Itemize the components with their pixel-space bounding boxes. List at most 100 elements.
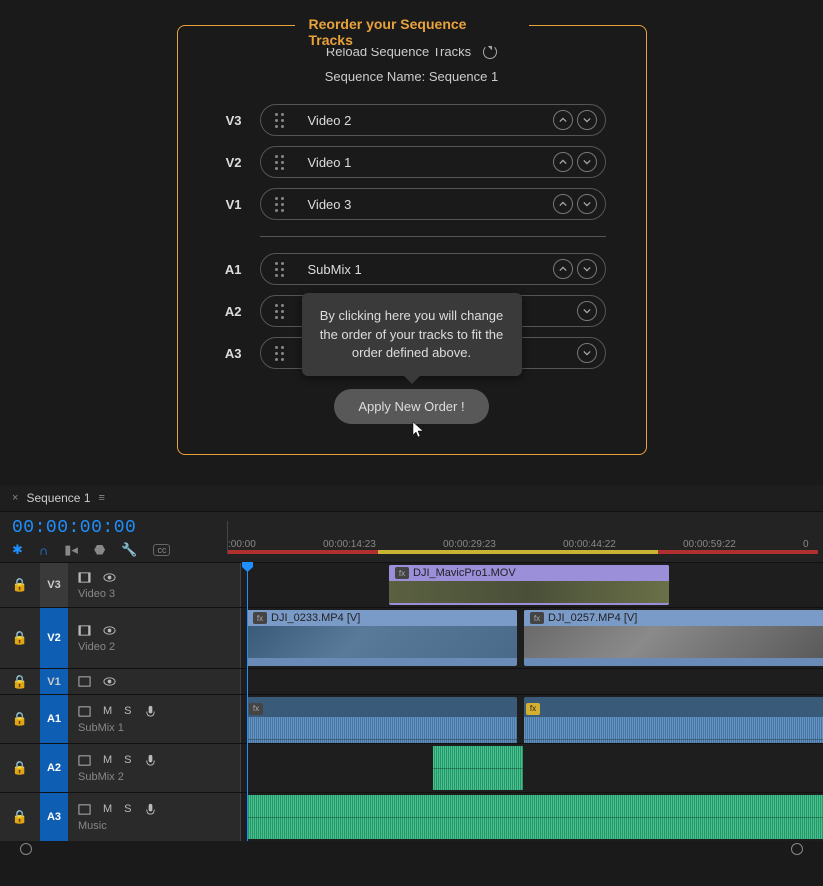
track-badge[interactable]: V1 [40,669,68,694]
track-name: Music [78,820,230,832]
timecode-display[interactable]: 00:00:00:00 [12,518,215,538]
clip-thumbnail [524,626,823,658]
move-up-button[interactable] [553,259,573,279]
captions-icon[interactable]: cc [153,544,170,556]
lock-icon[interactable]: 🔒 [0,744,40,792]
track-name: SubMix 1 [78,722,230,734]
drag-handle-icon[interactable] [275,197,284,212]
snap-icon[interactable]: ✱ [12,542,23,558]
track-pill[interactable]: SubMix 1 [260,253,606,285]
clip-thumbnail [389,581,669,603]
scroll-handle-right[interactable] [791,843,803,855]
source-patch-icon[interactable] [78,705,91,718]
timecode-row: 00:00:00:00 ✱ ∩ ▮◂ ⬣ 🔧 cc :00:00 00:00:1… [0,512,823,562]
drag-handle-icon[interactable] [275,155,284,170]
timeline-track-v1: 🔒 V1 [0,668,823,694]
move-up-button[interactable] [553,110,573,130]
lock-icon[interactable]: 🔒 [0,669,40,694]
solo-button[interactable]: S [124,705,131,717]
mute-button[interactable]: M [103,754,112,766]
track-name: Video 3 [308,197,549,212]
audio-clip[interactable]: fx [524,697,823,741]
track-row-v1: V1 Video 3 [218,188,606,220]
ruler-area[interactable]: :00:00 00:00:14:23 00:00:29:23 00:00:44:… [227,521,823,554]
fx-badge-icon: fx [249,703,263,715]
move-up-button[interactable] [553,194,573,214]
apply-button[interactable]: Apply New Order ! [334,389,488,424]
fx-badge-icon: fx [395,567,409,579]
move-down-button[interactable] [577,343,597,363]
track-badge[interactable]: A3 [40,793,68,841]
move-down-button[interactable] [577,259,597,279]
lock-icon[interactable]: 🔒 [0,695,40,743]
timeline-left-header: 00:00:00:00 ✱ ∩ ▮◂ ⬣ 🔧 cc [0,512,227,562]
source-patch-icon[interactable] [78,754,91,767]
track-pill[interactable]: Video 1 [260,146,606,178]
linked-selection-icon[interactable]: ▮◂ [64,542,78,558]
track-pill[interactable]: Video 2 [260,104,606,136]
lock-icon[interactable]: 🔒 [0,563,40,607]
source-patch-icon[interactable] [78,624,91,637]
mute-button[interactable]: M [103,803,112,815]
timeline-track-a3: 🔒 A3 M S Music [0,792,823,841]
track-badge[interactable]: A1 [40,695,68,743]
voice-over-icon[interactable] [144,705,157,718]
track-pill[interactable]: Video 3 [260,188,606,220]
drag-handle-icon[interactable] [275,113,284,128]
video-clip[interactable]: fxDJI_0233.MP4 [V] [247,610,517,666]
tab-menu-icon[interactable]: ≡ [99,492,105,504]
track-badge[interactable]: V2 [40,608,68,668]
audio-clip[interactable]: fx [247,697,517,741]
source-patch-icon[interactable] [78,571,91,584]
reload-icon[interactable] [483,45,497,59]
source-patch-icon[interactable] [78,675,91,688]
timeline-tabs: × Sequence 1 ≡ [0,485,823,512]
audio-clip[interactable] [433,746,523,790]
video-clip[interactable]: fxDJI_MavicPro1.MOV [389,565,669,605]
lock-icon[interactable]: 🔒 [0,793,40,841]
move-down-button[interactable] [577,152,597,172]
ruler-mark: 00:00:59:22 [683,539,803,550]
drag-handle-icon[interactable] [275,346,284,361]
solo-button[interactable]: S [124,754,131,766]
timeline-panel: × Sequence 1 ≡ 00:00:00:00 ✱ ∩ ▮◂ ⬣ 🔧 cc… [0,485,823,857]
track-row-a1: A1 SubMix 1 [218,253,606,285]
move-down-button[interactable] [577,110,597,130]
eye-icon[interactable] [103,675,116,688]
ruler-mark: 00:00:29:23 [443,539,563,550]
track-badge[interactable]: A2 [40,744,68,792]
move-up-button[interactable] [553,152,573,172]
move-down-button[interactable] [577,194,597,214]
magnet-icon[interactable]: ∩ [39,543,48,558]
eye-icon[interactable] [103,624,116,637]
track-badge[interactable]: V3 [40,563,68,607]
wrench-icon[interactable]: 🔧 [121,542,137,558]
solo-button[interactable]: S [124,803,131,815]
sequence-name: Sequence Name: Sequence 1 [208,69,616,84]
voice-over-icon[interactable] [144,803,157,816]
scroll-handle-left[interactable] [20,843,32,855]
audio-clip[interactable] [247,795,823,839]
ruler-mark: :00:00 [228,539,323,550]
timeline-scrollbar[interactable] [0,841,823,857]
track-name: Video 2 [308,113,549,128]
move-down-button[interactable] [577,301,597,321]
ruler-mark: 00:00:44:22 [563,539,683,550]
drag-handle-icon[interactable] [275,262,284,277]
time-ruler[interactable]: :00:00 00:00:14:23 00:00:29:23 00:00:44:… [228,521,823,550]
cursor-icon [412,421,426,442]
drag-handle-icon[interactable] [275,304,284,319]
mute-button[interactable]: M [103,705,112,717]
ruler-mark: 00:00:14:23 [323,539,443,550]
fx-badge-icon: fx [253,612,267,624]
eye-icon[interactable] [103,571,116,584]
tab-close-icon[interactable]: × [12,492,18,504]
tab-name[interactable]: Sequence 1 [26,491,90,505]
marker-icon[interactable]: ⬣ [94,542,105,558]
playhead[interactable] [247,562,248,841]
fx-badge-icon: fx [526,703,540,715]
source-patch-icon[interactable] [78,803,91,816]
video-clip[interactable]: fxDJI_0257.MP4 [V] [524,610,823,666]
lock-icon[interactable]: 🔒 [0,608,40,668]
voice-over-icon[interactable] [144,754,157,767]
